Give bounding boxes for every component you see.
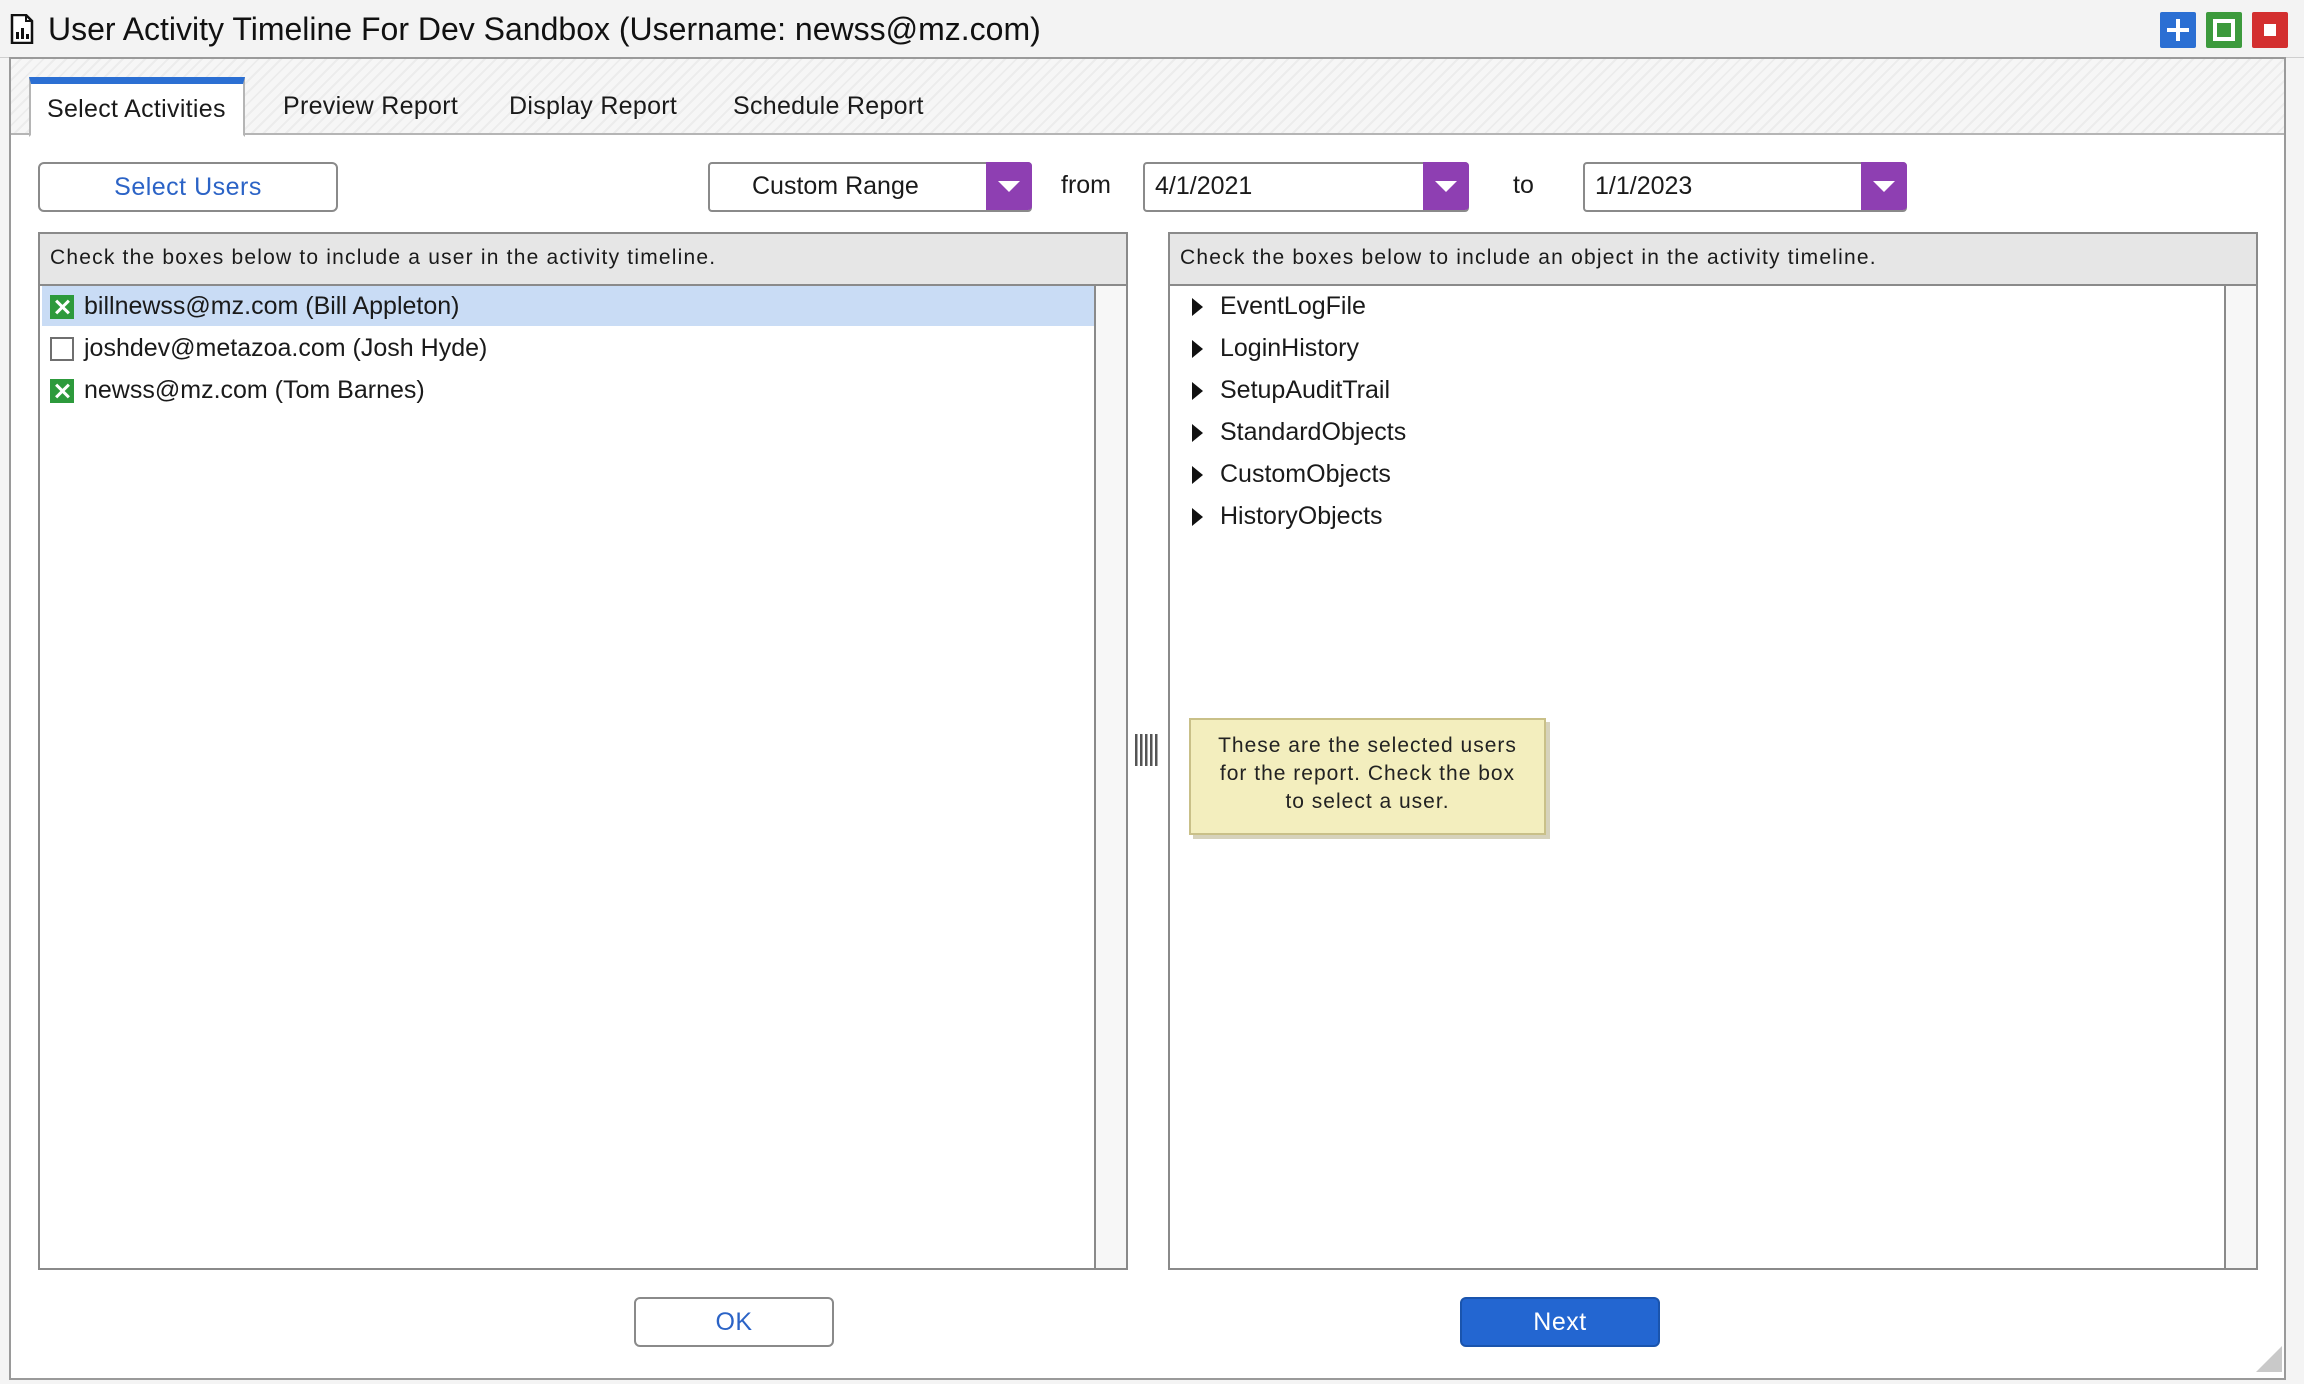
stop-icon [2264,24,2276,36]
tree-item-label: HistoryObjects [1220,502,1383,530]
checkbox-checked[interactable] [50,295,74,319]
select-users-button[interactable]: Select Users [38,162,338,212]
chevron-down-icon[interactable] [986,162,1032,210]
date-range-value: Custom Range [752,172,919,200]
tree-item-label: LoginHistory [1220,334,1359,362]
user-row[interactable]: joshdev@metazoa.com (Josh Hyde) [42,328,1096,368]
to-date-value: 1/1/2023 [1595,172,1693,200]
user-label: billnewss@mz.com (Bill Appleton) [84,292,460,320]
expand-triangle-icon[interactable] [1192,424,1203,442]
user-label: joshdev@metazoa.com (Josh Hyde) [84,334,488,362]
expand-triangle-icon[interactable] [1192,508,1203,526]
tab-display-report[interactable]: Display Report [493,77,693,135]
objects-panel-header: Check the boxes below to include an obje… [1170,234,2256,286]
help-tooltip: These are the selected users for the rep… [1189,718,1546,835]
splitter-handle[interactable] [1134,733,1158,767]
from-date-field[interactable]: 4/1/2021 [1143,162,1469,212]
tree-item-label: SetupAuditTrail [1220,376,1390,404]
tree-item-label: StandardObjects [1220,418,1407,446]
to-date-field[interactable]: 1/1/2023 [1583,162,1907,212]
expand-triangle-icon[interactable] [1192,382,1203,400]
users-scrollbar[interactable] [1094,286,1126,1268]
tree-item-label: CustomObjects [1220,460,1391,488]
window-title: User Activity Timeline For Dev Sandbox (… [48,11,1041,47]
grip-icon [1135,734,1158,766]
date-range-select[interactable]: Custom Range [708,162,1032,212]
title-bar: User Activity Timeline For Dev Sandbox (… [0,0,2304,58]
expand-triangle-icon[interactable] [1192,298,1203,316]
next-button[interactable]: Next [1460,1297,1660,1347]
to-label: to [1513,171,1534,199]
maximize-button[interactable] [2206,12,2242,48]
tab-strip: Select Activities Preview Report Display… [11,59,2284,137]
tree-item-label: EventLogFile [1220,292,1366,320]
tab-schedule-report[interactable]: Schedule Report [717,77,940,135]
user-row[interactable]: newss@mz.com (Tom Barnes) [42,370,1096,410]
users-panel-header: Check the boxes below to include a user … [40,234,1126,286]
report-icon [10,13,34,45]
users-panel: Check the boxes below to include a user … [38,232,1128,1270]
close-button[interactable] [2252,12,2288,48]
from-label: from [1061,171,1111,199]
ok-button[interactable]: OK [634,1297,834,1347]
calendar-dropdown-icon[interactable] [1861,162,1907,210]
plus-icon [2167,19,2189,41]
user-row[interactable]: billnewss@mz.com (Bill Appleton) [42,286,1096,326]
checkbox-unchecked[interactable] [50,337,74,361]
calendar-dropdown-icon[interactable] [1423,162,1469,210]
square-icon [2213,19,2235,41]
tooltip-line: These are the selected users [1218,734,1517,757]
tab-select-activities[interactable]: Select Activities [29,77,245,137]
expand-triangle-icon[interactable] [1192,340,1203,358]
expand-triangle-icon[interactable] [1192,466,1203,484]
user-label: newss@mz.com (Tom Barnes) [84,376,425,404]
tab-preview-report[interactable]: Preview Report [267,77,474,135]
tooltip-line: to select a user. [1285,790,1450,813]
add-window-button[interactable] [2160,12,2196,48]
tooltip-line: for the report. Check the box [1219,762,1516,785]
checkbox-checked[interactable] [50,379,74,403]
resize-grip-icon[interactable] [2256,1346,2282,1372]
from-date-value: 4/1/2021 [1155,172,1253,200]
objects-scrollbar[interactable] [2224,286,2256,1268]
